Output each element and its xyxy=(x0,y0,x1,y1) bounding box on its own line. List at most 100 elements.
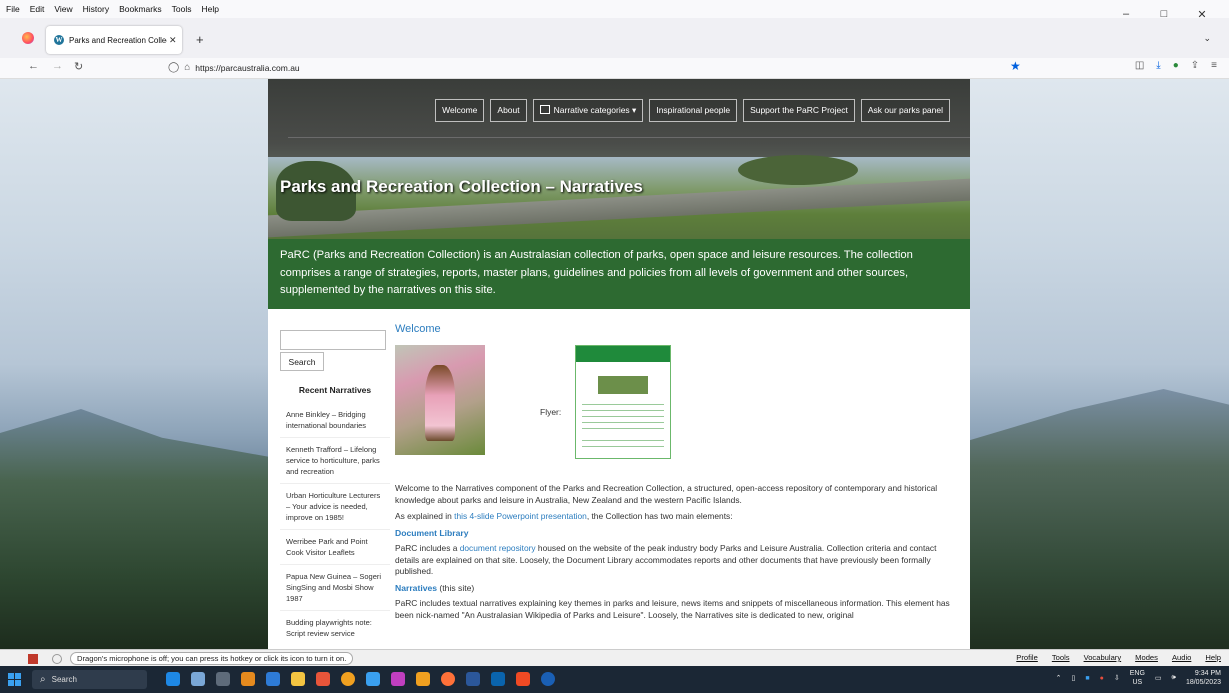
windows-start-icon[interactable] xyxy=(8,673,21,686)
hp-icon[interactable] xyxy=(541,672,555,686)
menu-edit[interactable]: Edit xyxy=(30,4,45,14)
menu-history[interactable]: History xyxy=(83,4,109,14)
language-indicator[interactable]: ENG US xyxy=(1130,669,1145,687)
app-icon[interactable] xyxy=(216,672,230,686)
new-tab-button[interactable]: + xyxy=(196,32,204,47)
forward-icon[interactable]: → xyxy=(52,60,63,72)
recent-item[interactable]: Anne Binkley – Bridging international bo… xyxy=(280,403,390,437)
search-button[interactable]: Search xyxy=(280,352,324,371)
settings-icon[interactable] xyxy=(191,672,205,686)
menu-tools[interactable]: Tools xyxy=(172,4,192,14)
menu-bar: File Edit View History Bookmarks Tools H… xyxy=(0,0,1229,18)
chrome-icon[interactable] xyxy=(341,672,355,686)
app-icon[interactable] xyxy=(516,672,530,686)
flyer-image[interactable] xyxy=(575,345,671,459)
menu-view[interactable]: View xyxy=(54,4,72,14)
narratives-link[interactable]: Narratives xyxy=(395,583,437,593)
network-icon[interactable]: ▭ xyxy=(1155,674,1162,682)
recent-item[interactable]: Werribee Park and Point Cook Visitor Lea… xyxy=(280,529,390,564)
recent-item[interactable]: Budding playwrights note: Script review … xyxy=(280,610,390,645)
app-icon[interactable] xyxy=(166,672,180,686)
chevron-up-icon[interactable]: ⌃ xyxy=(1056,674,1062,682)
bookmark-star-icon[interactable]: ★ xyxy=(1010,59,1021,73)
microphone-icon[interactable] xyxy=(52,653,62,664)
dragon-menu-profile[interactable]: Profile xyxy=(1016,653,1038,662)
taskbar-search[interactable]: ⌕ Search xyxy=(32,670,147,689)
app-icon[interactable] xyxy=(366,672,380,686)
reload-icon[interactable]: ↻ xyxy=(74,60,83,73)
shield-icon[interactable]: ◯ xyxy=(168,62,179,73)
menu-help[interactable]: Help xyxy=(201,4,218,14)
recent-item[interactable]: Kenneth Trafford – Lifelong service to h… xyxy=(280,437,390,483)
tab-bar: W Parks and Recreation Collection ✕ + ⌄ xyxy=(0,18,1229,58)
nav-narrative-categories[interactable]: Narrative categories ▾ xyxy=(532,99,644,122)
dragon-menu-audio[interactable]: Audio xyxy=(1172,653,1191,662)
presentation-paragraph: As explained in this 4-slide Powerpoint … xyxy=(395,511,955,523)
file-explorer-icon[interactable] xyxy=(291,672,305,686)
menu-file[interactable]: File xyxy=(6,4,20,14)
tray-icon[interactable]: ▯ xyxy=(1072,674,1076,682)
background-mountains-right xyxy=(967,389,1229,649)
pocket-icon[interactable]: ◫ xyxy=(1135,60,1144,71)
document-library-heading[interactable]: Document Library xyxy=(395,528,955,540)
app-icon[interactable] xyxy=(241,672,255,686)
page-container: Welcome About Narrative categories ▾ Ins… xyxy=(268,79,970,649)
clock[interactable]: 9:34 PM 18/05/2023 xyxy=(1186,669,1221,687)
site-title[interactable]: Parks and Recreation Collection – Narrat… xyxy=(280,177,643,197)
nav-divider xyxy=(288,137,970,138)
child-painting-photo[interactable] xyxy=(395,345,485,455)
tray-icon[interactable]: ● xyxy=(1100,675,1104,682)
address-bar[interactable]: ◯ ⌂ https://parcaustralia.com.au xyxy=(168,59,998,76)
menu-bookmarks[interactable]: Bookmarks xyxy=(119,4,162,14)
park-trees xyxy=(738,155,858,185)
app-menu-icon[interactable]: ≡ xyxy=(1211,60,1217,71)
background-mountains-left xyxy=(0,409,270,649)
narratives-note: (this site) xyxy=(437,582,475,593)
clock-date: 18/05/2023 xyxy=(1185,679,1221,686)
tray-icon[interactable]: ■ xyxy=(1085,675,1089,682)
share-icon[interactable]: ⇪ xyxy=(1191,60,1199,71)
tab-parks-recreation[interactable]: W Parks and Recreation Collection ✕ xyxy=(46,26,182,54)
dragon-menu-modes[interactable]: Modes xyxy=(1135,653,1158,662)
app-icon[interactable] xyxy=(266,672,280,686)
presentation-link[interactable]: this 4-slide Powerpoint presentation xyxy=(454,511,587,521)
lock-icon[interactable]: ⌂ xyxy=(184,62,190,73)
list-tabs-icon[interactable]: ⌄ xyxy=(1203,33,1211,44)
app-icon[interactable] xyxy=(316,672,330,686)
narratives-heading: Narratives (this site) xyxy=(395,583,955,595)
presentation-text-a: As explained in xyxy=(395,511,455,521)
app-icon[interactable] xyxy=(416,672,430,686)
recent-item[interactable]: Papua New Guinea – Sogeri SingSing and M… xyxy=(280,564,390,610)
outlook-icon[interactable] xyxy=(491,672,505,686)
page-title: Welcome xyxy=(395,323,441,335)
dragon-icon[interactable] xyxy=(28,653,38,664)
recent-item[interactable]: Urban Horticulture Lecturers – Your advi… xyxy=(280,483,390,529)
extension-icon[interactable]: ● xyxy=(1173,60,1179,71)
back-icon[interactable]: ← xyxy=(28,60,39,72)
tab-close-icon[interactable]: ✕ xyxy=(169,35,177,46)
firefox-icon[interactable] xyxy=(22,32,34,44)
recent-narratives-heading: Recent Narratives xyxy=(298,385,372,395)
search-icon: ⌕ xyxy=(40,674,46,685)
url-text[interactable]: https://parcaustralia.com.au xyxy=(195,63,299,73)
dragon-menu-vocabulary[interactable]: Vocabulary xyxy=(1084,653,1122,662)
volume-icon[interactable]: 🕪 xyxy=(1172,674,1176,682)
firefox-taskbar-icon[interactable] xyxy=(441,672,455,686)
word-icon[interactable] xyxy=(466,672,480,686)
dragon-menu: Profile Tools Vocabulary Modes Audio Hel… xyxy=(1016,653,1221,662)
search-input[interactable] xyxy=(280,330,386,350)
nav-ask-panel[interactable]: Ask our parks panel xyxy=(860,99,950,122)
app-icon[interactable] xyxy=(391,672,405,686)
nav-inspirational-people[interactable]: Inspirational people xyxy=(649,99,738,122)
dragon-menu-tools[interactable]: Tools xyxy=(1052,653,1070,662)
nav-support[interactable]: Support the PaRC Project xyxy=(743,99,855,122)
taskbar-apps xyxy=(166,672,555,686)
document-repository-link[interactable]: document repository xyxy=(460,543,536,553)
nav-welcome[interactable]: Welcome xyxy=(435,99,485,122)
dragon-menu-help[interactable]: Help xyxy=(1205,653,1221,662)
nav-about[interactable]: About xyxy=(490,99,527,122)
wordpress-icon: W xyxy=(54,35,64,45)
downloads-icon[interactable]: ⤓ xyxy=(1156,60,1160,71)
clock-time: 9:34 PM xyxy=(1194,670,1221,677)
tray-icon[interactable]: ⇩ xyxy=(1114,674,1120,682)
